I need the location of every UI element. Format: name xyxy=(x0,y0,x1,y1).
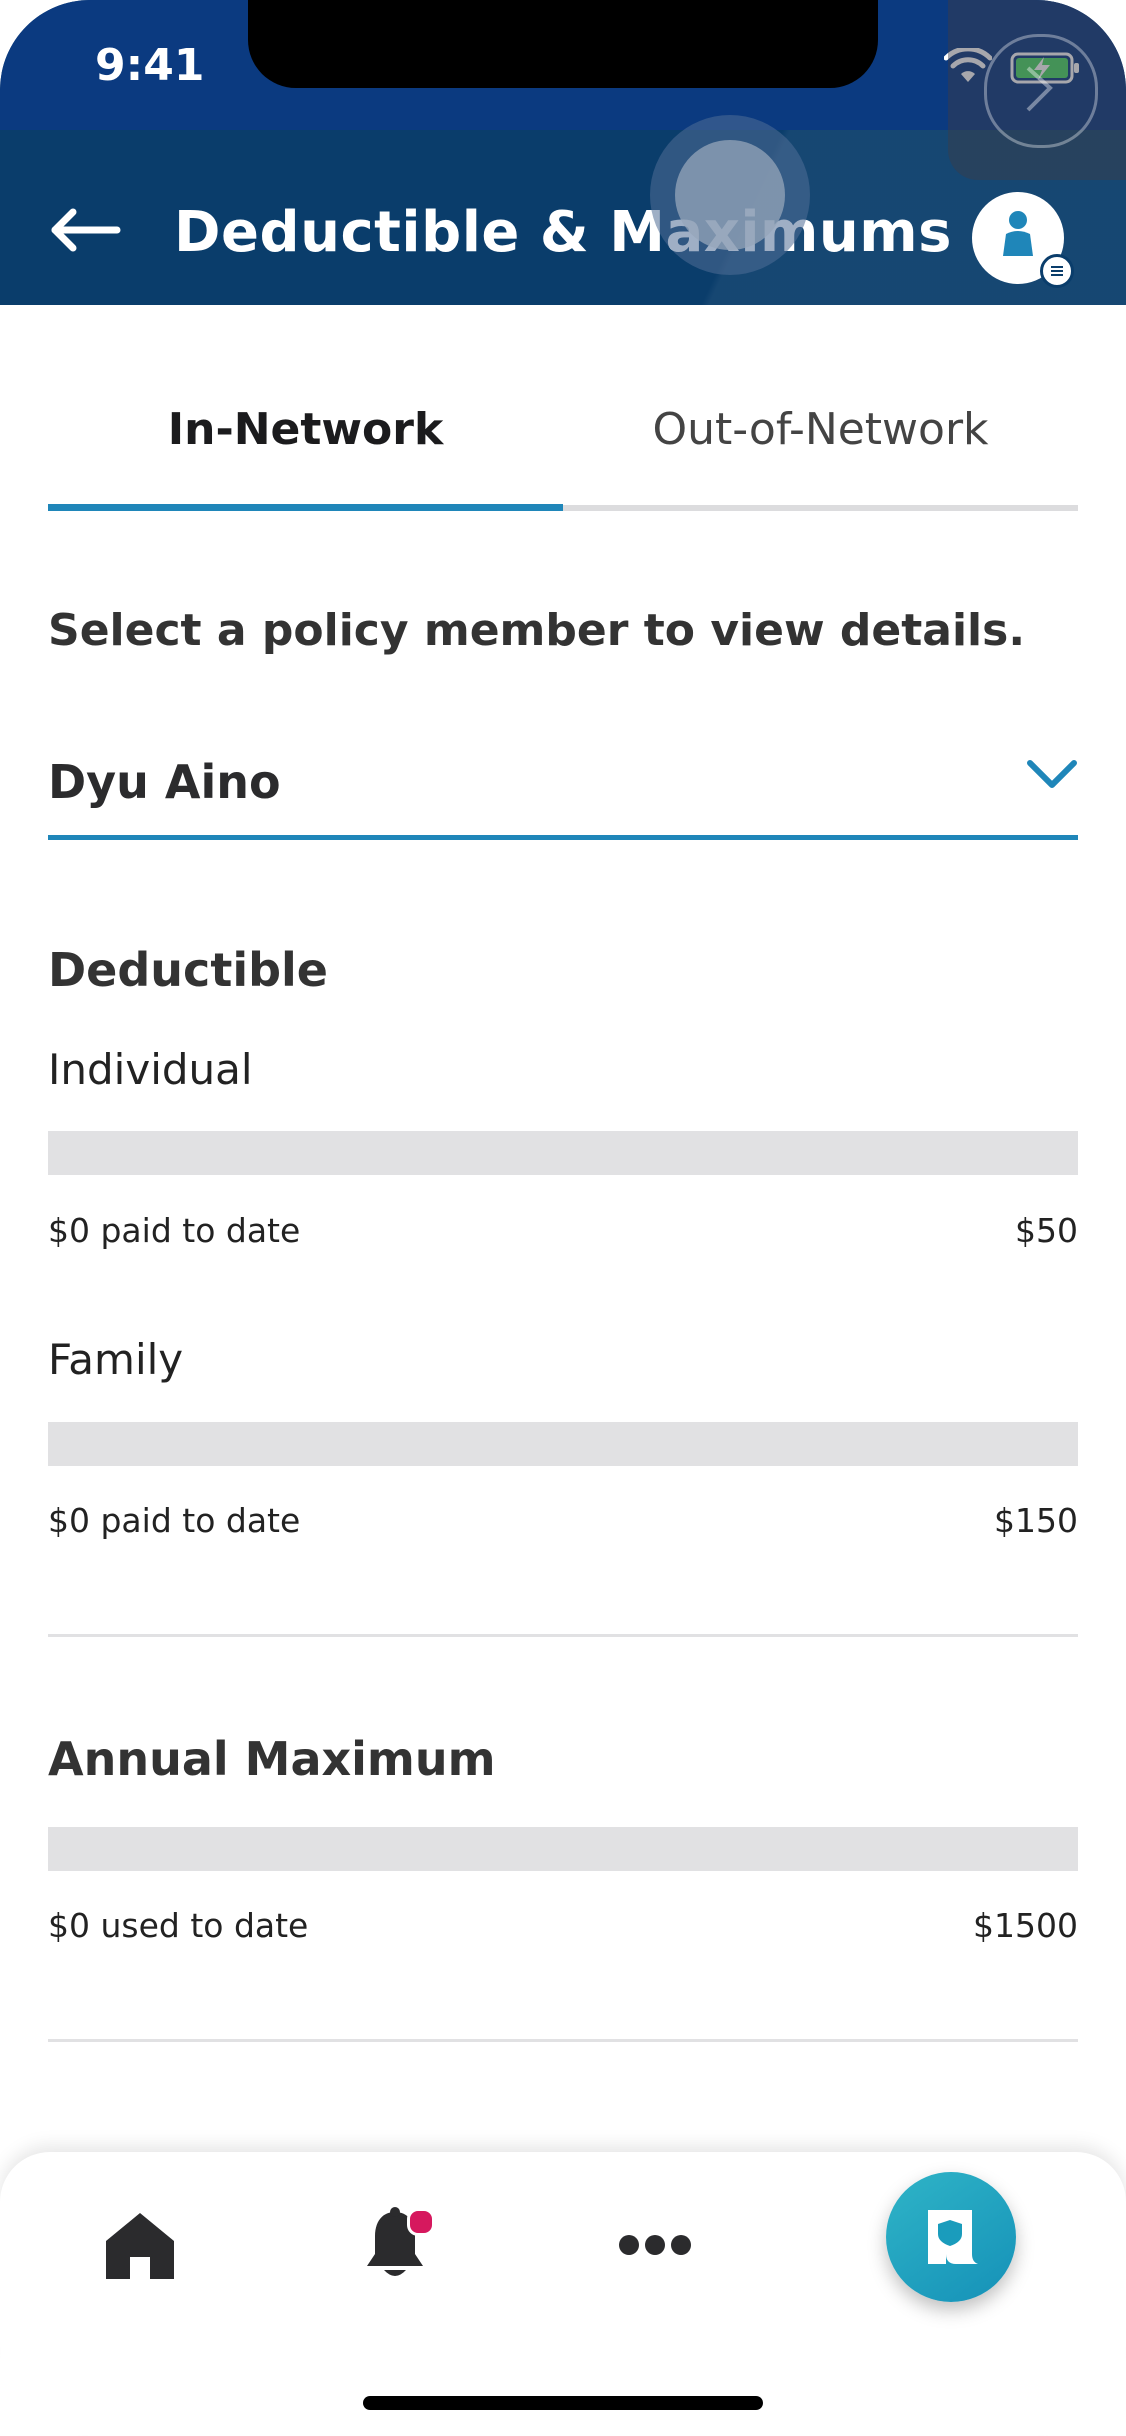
assistive-touch-button[interactable] xyxy=(984,34,1098,148)
individual-paid-text: $0 paid to date xyxy=(48,1211,301,1250)
member-prompt: Select a policy member to view details. xyxy=(48,605,1026,656)
annual-maximum-progress-bar xyxy=(48,1827,1078,1871)
section-divider xyxy=(48,1634,1078,1637)
dropdown-underline xyxy=(48,835,1078,840)
nav-more-button[interactable] xyxy=(605,2195,705,2295)
individual-max-text: $50 xyxy=(1015,1211,1078,1250)
annual-used-text: $0 used to date xyxy=(48,1906,309,1945)
individual-label: Individual xyxy=(48,1045,253,1094)
more-icon xyxy=(619,2235,691,2255)
profile-avatar-button[interactable] xyxy=(972,192,1074,288)
chevron-down-icon xyxy=(1027,760,1077,788)
id-card-icon xyxy=(928,2210,978,2264)
nav-home-button[interactable] xyxy=(90,2195,190,2295)
family-max-text: $150 xyxy=(994,1501,1078,1540)
member-dropdown[interactable]: Dyu Aino xyxy=(48,735,1078,845)
annual-maximum-title: Annual Maximum xyxy=(48,1732,496,1786)
individual-progress-bar xyxy=(48,1131,1078,1175)
touch-indicator xyxy=(650,115,810,275)
status-time: 9:41 xyxy=(95,40,205,91)
tab-active-indicator xyxy=(48,504,563,511)
annual-max-text: $1500 xyxy=(973,1906,1078,1945)
menu-badge xyxy=(1040,254,1074,288)
member-dropdown-value: Dyu Aino xyxy=(48,755,281,809)
id-card-button[interactable] xyxy=(886,2172,1016,2302)
page-title: Deductible & Maximums xyxy=(174,200,952,265)
chevron-right-icon xyxy=(1026,66,1053,112)
notification-badge xyxy=(407,2208,435,2236)
family-label: Family xyxy=(48,1335,184,1384)
device-notch xyxy=(248,0,878,88)
family-progress-bar xyxy=(48,1422,1078,1466)
section-divider xyxy=(48,2039,1078,2042)
home-indicator xyxy=(363,2396,763,2410)
home-icon xyxy=(106,2213,174,2279)
network-tabs: In-Network Out-of-Network xyxy=(48,390,1078,515)
menu-icon xyxy=(1051,266,1063,276)
tab-in-network[interactable]: In-Network xyxy=(48,390,563,510)
app-screen: 9:41 Deductible & Maximums In-Network Ou… xyxy=(0,0,1126,2436)
deductible-title: Deductible xyxy=(48,943,328,997)
tab-out-of-network[interactable]: Out-of-Network xyxy=(563,390,1078,510)
family-paid-text: $0 paid to date xyxy=(48,1501,301,1540)
